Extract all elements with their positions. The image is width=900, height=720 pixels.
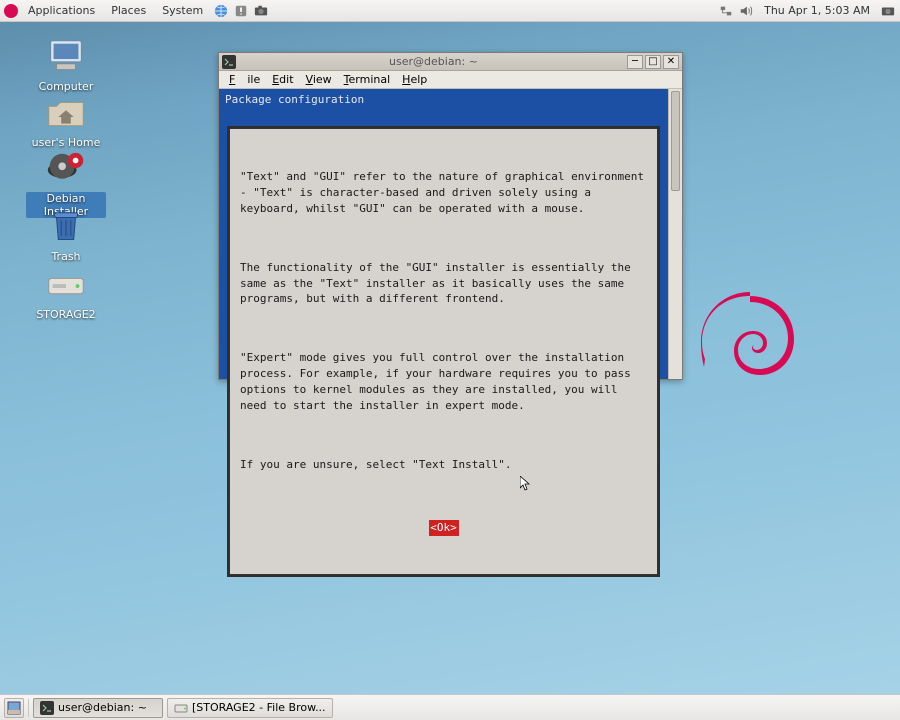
camera-icon[interactable] [253,3,269,19]
menu-system[interactable]: System [156,4,209,17]
menu-terminal[interactable]: Terminal [338,73,397,86]
scrollbar-thumb[interactable] [671,91,680,191]
menu-applications[interactable]: Applications [22,4,101,17]
debian-swirl-icon [700,292,800,415]
desktop[interactable]: Computer user's Home Debian Installer Tr… [0,22,900,694]
window-title: user@debian: ~ [240,55,627,68]
task-files[interactable]: [STORAGE2 - File Brow... [167,698,333,718]
network-icon[interactable] [718,3,734,19]
trash-icon [43,206,89,246]
dialog-para-3: "Expert" mode gives you full control ove… [240,350,647,414]
menu-view[interactable]: View [300,73,338,86]
task-terminal[interactable]: user@debian: ~ [33,698,163,718]
desktop-icon-home[interactable]: user's Home [26,92,106,149]
terminal-icon [222,55,236,69]
screenshot-icon[interactable] [880,3,896,19]
dialog-para-4: If you are unsure, select "Text Install"… [240,457,647,473]
bottom-panel: user@debian: ~ [STORAGE2 - File Brow... [0,694,900,720]
task-label: user@debian: ~ [58,701,147,714]
desktop-icon-storage[interactable]: STORAGE2 [26,264,106,321]
panel-separator [28,699,29,717]
menu-file[interactable]: File [223,73,266,86]
menu-help[interactable]: Help [396,73,433,86]
minimize-button[interactable]: ─ [627,55,643,69]
terminal-scrollbar[interactable] [668,89,682,379]
debian-logo-icon [4,4,18,18]
terminal-body: Package configuration "Text" and "GUI" r… [219,89,682,379]
show-desktop-button[interactable] [4,698,24,718]
desktop-label: STORAGE2 [26,308,106,321]
window-titlebar[interactable]: user@debian: ~ ─ □ ✕ [219,53,682,71]
web-browser-icon[interactable] [213,3,229,19]
ok-button[interactable]: <Ok> [429,520,459,536]
close-button[interactable]: ✕ [663,55,679,69]
top-panel: Applications Places System Thu Apr 1, 5:… [0,0,900,22]
volume-icon[interactable] [738,3,754,19]
task-label: [STORAGE2 - File Brow... [192,701,326,714]
home-folder-icon [43,92,89,132]
menu-edit[interactable]: Edit [266,73,299,86]
clock[interactable]: Thu Apr 1, 5:03 AM [758,4,876,17]
drive-icon [174,701,188,715]
terminal-menubar: File Edit View Terminal Help [219,71,682,89]
dialog-frame: "Text" and "GUI" refer to the nature of … [227,126,660,577]
desktop-icon-trash[interactable]: Trash [26,206,106,263]
desktop-icon-computer[interactable]: Computer [26,36,106,93]
dialog-para-1: "Text" and "GUI" refer to the nature of … [240,169,647,217]
dialog-para-2: The functionality of the "GUI" installer… [240,260,647,308]
drive-icon [43,264,89,304]
updater-icon[interactable] [233,3,249,19]
installer-icon [43,148,89,188]
menu-places[interactable]: Places [105,4,152,17]
terminal-window: user@debian: ~ ─ □ ✕ File Edit View Term… [218,52,683,380]
maximize-button[interactable]: □ [645,55,661,69]
dialog-content: "Text" and "GUI" refer to the nature of … [229,128,658,575]
terminal-icon [40,701,54,715]
package-config-label: Package configuration [221,91,666,108]
computer-icon [43,36,89,76]
desktop-label: Trash [26,250,106,263]
cursor-icon [520,476,532,495]
